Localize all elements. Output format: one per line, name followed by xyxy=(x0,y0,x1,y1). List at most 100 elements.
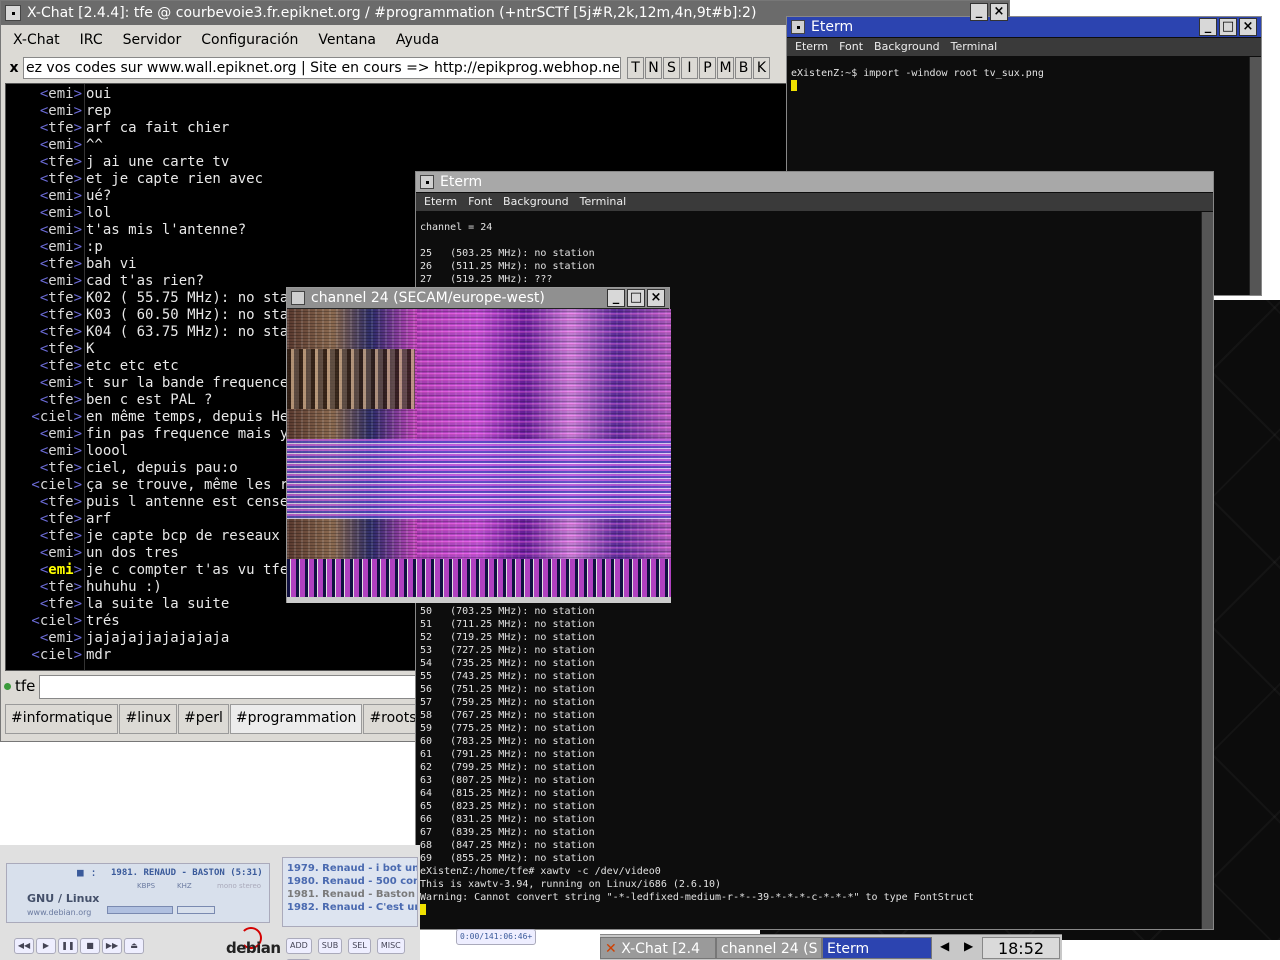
chat-nick[interactable]: <tfe> xyxy=(6,596,82,613)
task-xawtv[interactable]: channel 24 (S xyxy=(716,937,822,959)
chat-nick[interactable]: <emi> xyxy=(6,205,82,222)
balance-slider[interactable] xyxy=(177,906,215,914)
playlist-add-button[interactable]: ADD xyxy=(286,938,312,954)
tab-programmation[interactable]: #programmation xyxy=(229,704,363,734)
mode-button-k[interactable]: K xyxy=(753,57,770,79)
play-icon[interactable]: ▶ xyxy=(36,938,56,954)
chat-nick[interactable]: <tfe> xyxy=(6,358,82,375)
chat-nick[interactable]: <emi> xyxy=(6,188,82,205)
playlist-item[interactable]: 1982. Renaud - C'est un m xyxy=(287,901,417,914)
chat-nick[interactable]: <tfe> xyxy=(6,120,82,137)
next-icon[interactable]: ▶▶ xyxy=(102,938,122,954)
eterm-menu-background[interactable]: Background xyxy=(503,195,569,208)
menu-item-2[interactable]: Servidor xyxy=(111,26,190,48)
chat-nick[interactable]: <emi> xyxy=(6,426,82,443)
mode-button-m[interactable]: M xyxy=(717,57,734,79)
xmms-playlist[interactable]: 1979. Renaud - i bot un d'1980. Renaud -… xyxy=(282,857,418,927)
menu-item-3[interactable]: Configuración xyxy=(189,26,306,48)
chat-nick[interactable]: <tfe> xyxy=(6,579,82,596)
eterm-top-terminal[interactable]: eXistenZ:~$ import -window root tv_sux.p… xyxy=(791,67,1247,93)
tab-linux[interactable]: #linux xyxy=(119,704,178,734)
stop-icon[interactable]: ■ xyxy=(80,938,100,954)
xawtv-titlebar[interactable]: channel 24 (SECAM/europe-west) _ □ × xyxy=(287,288,669,308)
chat-nick[interactable]: <emi> xyxy=(6,86,82,103)
chat-nick[interactable]: <ciel> xyxy=(6,409,82,426)
playlist-item[interactable]: 1981. Renaud - Baston xyxy=(287,888,417,901)
eterm-main-terminal-tail[interactable]: 49 (695.25 MHz): no station50 (703.25 MH… xyxy=(420,598,1199,917)
pause-icon[interactable]: ❚❚ xyxy=(58,938,78,954)
chat-nick[interactable]: <tfe> xyxy=(6,392,82,409)
chat-nick[interactable]: <emi> xyxy=(6,103,82,120)
tv-video-noise[interactable] xyxy=(287,309,671,597)
maximize-icon[interactable]: □ xyxy=(1219,18,1237,36)
chat-nick[interactable]: <tfe> xyxy=(6,154,82,171)
scrollbar[interactable] xyxy=(1201,212,1213,929)
playlist-item[interactable]: 1980. Renaud - 500 conna xyxy=(287,875,417,888)
chat-nick[interactable]: <emi> xyxy=(6,239,82,256)
playlist-item[interactable]: 1979. Renaud - i bot un d' xyxy=(287,862,417,875)
eterm-main-titlebar[interactable]: Eterm xyxy=(416,172,1213,192)
menu-item-4[interactable]: Ventana xyxy=(306,26,384,48)
window-menu-icon[interactable] xyxy=(791,20,805,34)
close-icon[interactable]: × xyxy=(647,289,665,307)
mode-button-p[interactable]: P xyxy=(699,57,716,79)
task-xchat[interactable]: ✕ X-Chat [2.4 xyxy=(600,937,716,959)
mode-button-s[interactable]: S xyxy=(663,57,680,79)
task-eterm[interactable]: Eterm xyxy=(822,937,932,959)
previous-icon[interactable]: ◀◀ xyxy=(14,938,34,954)
chat-nick[interactable]: <emi> xyxy=(6,545,82,562)
chat-nick[interactable]: <emi> xyxy=(6,222,82,239)
chat-nick[interactable]: <ciel> xyxy=(6,647,82,664)
window-menu-icon[interactable] xyxy=(420,175,434,189)
eterm-menu-terminal[interactable]: Terminal xyxy=(580,195,627,208)
minimize-icon[interactable]: _ xyxy=(1199,18,1217,36)
scrollbar[interactable] xyxy=(1249,57,1261,295)
minimize-icon[interactable]: _ xyxy=(607,289,625,307)
eject-icon[interactable]: ⏏ xyxy=(124,938,144,954)
playlist-sel-button[interactable]: SEL xyxy=(348,938,371,954)
chat-nick[interactable]: <emi> xyxy=(6,273,82,290)
chat-nick[interactable]: <tfe> xyxy=(6,528,82,545)
chat-nick[interactable]: <tfe> xyxy=(6,290,82,307)
chat-nick[interactable]: <tfe> xyxy=(6,324,82,341)
maximize-icon[interactable]: □ xyxy=(627,289,645,307)
eterm-menu-eterm[interactable]: Eterm xyxy=(424,195,457,208)
chat-nick[interactable]: <emi> xyxy=(6,562,82,579)
seek-bar[interactable] xyxy=(107,906,173,914)
chat-nick[interactable]: <tfe> xyxy=(6,307,82,324)
tab-perl[interactable]: #perl xyxy=(178,704,229,734)
eterm-menu-font[interactable]: Font xyxy=(839,40,863,53)
window-menu-icon[interactable] xyxy=(5,5,21,21)
tab-informatique[interactable]: #informatique xyxy=(5,704,119,734)
mode-button-t[interactable]: T xyxy=(627,57,644,79)
chat-nick[interactable]: <tfe> xyxy=(6,494,82,511)
close-icon[interactable]: × xyxy=(990,3,1008,21)
chat-nick[interactable]: <emi> xyxy=(6,443,82,460)
chat-nick[interactable]: <tfe> xyxy=(6,341,82,358)
chat-nick[interactable]: <emi> xyxy=(6,137,82,154)
chat-nick[interactable]: <tfe> xyxy=(6,171,82,188)
input-nick[interactable]: tfe xyxy=(15,677,35,695)
menu-item-1[interactable]: IRC xyxy=(68,26,111,48)
mode-button-i[interactable]: I xyxy=(681,57,698,79)
mode-button-n[interactable]: N xyxy=(645,57,662,79)
close-tab-button[interactable]: x xyxy=(5,57,23,79)
eterm-menu-eterm[interactable]: Eterm xyxy=(795,40,828,53)
minimize-icon[interactable]: _ xyxy=(970,3,988,21)
eterm-menu-terminal[interactable]: Terminal xyxy=(951,40,998,53)
eterm-menu-background[interactable]: Background xyxy=(874,40,940,53)
chat-nick[interactable]: <emi> xyxy=(6,375,82,392)
mode-button-b[interactable]: B xyxy=(735,57,752,79)
taskbar-next-icon[interactable]: ▶ xyxy=(964,939,973,953)
eterm-main-terminal-head[interactable]: channel = 24 25 (503.25 MHz): no station… xyxy=(420,221,1199,286)
eterm-menu-font[interactable]: Font xyxy=(468,195,492,208)
window-menu-icon[interactable] xyxy=(291,291,305,305)
topic-field[interactable]: ez vos codes sur www.wall.epiknet.org | … xyxy=(23,57,621,79)
eterm-top-titlebar[interactable]: Eterm _ □ × xyxy=(787,17,1261,37)
chat-nick[interactable]: <tfe> xyxy=(6,460,82,477)
chat-nick[interactable]: <ciel> xyxy=(6,613,82,630)
chat-nick[interactable]: <emi> xyxy=(6,630,82,647)
playlist-misc-button[interactable]: MISC xyxy=(376,938,405,954)
close-icon[interactable]: × xyxy=(1239,18,1257,36)
chat-nick[interactable]: <tfe> xyxy=(6,511,82,528)
